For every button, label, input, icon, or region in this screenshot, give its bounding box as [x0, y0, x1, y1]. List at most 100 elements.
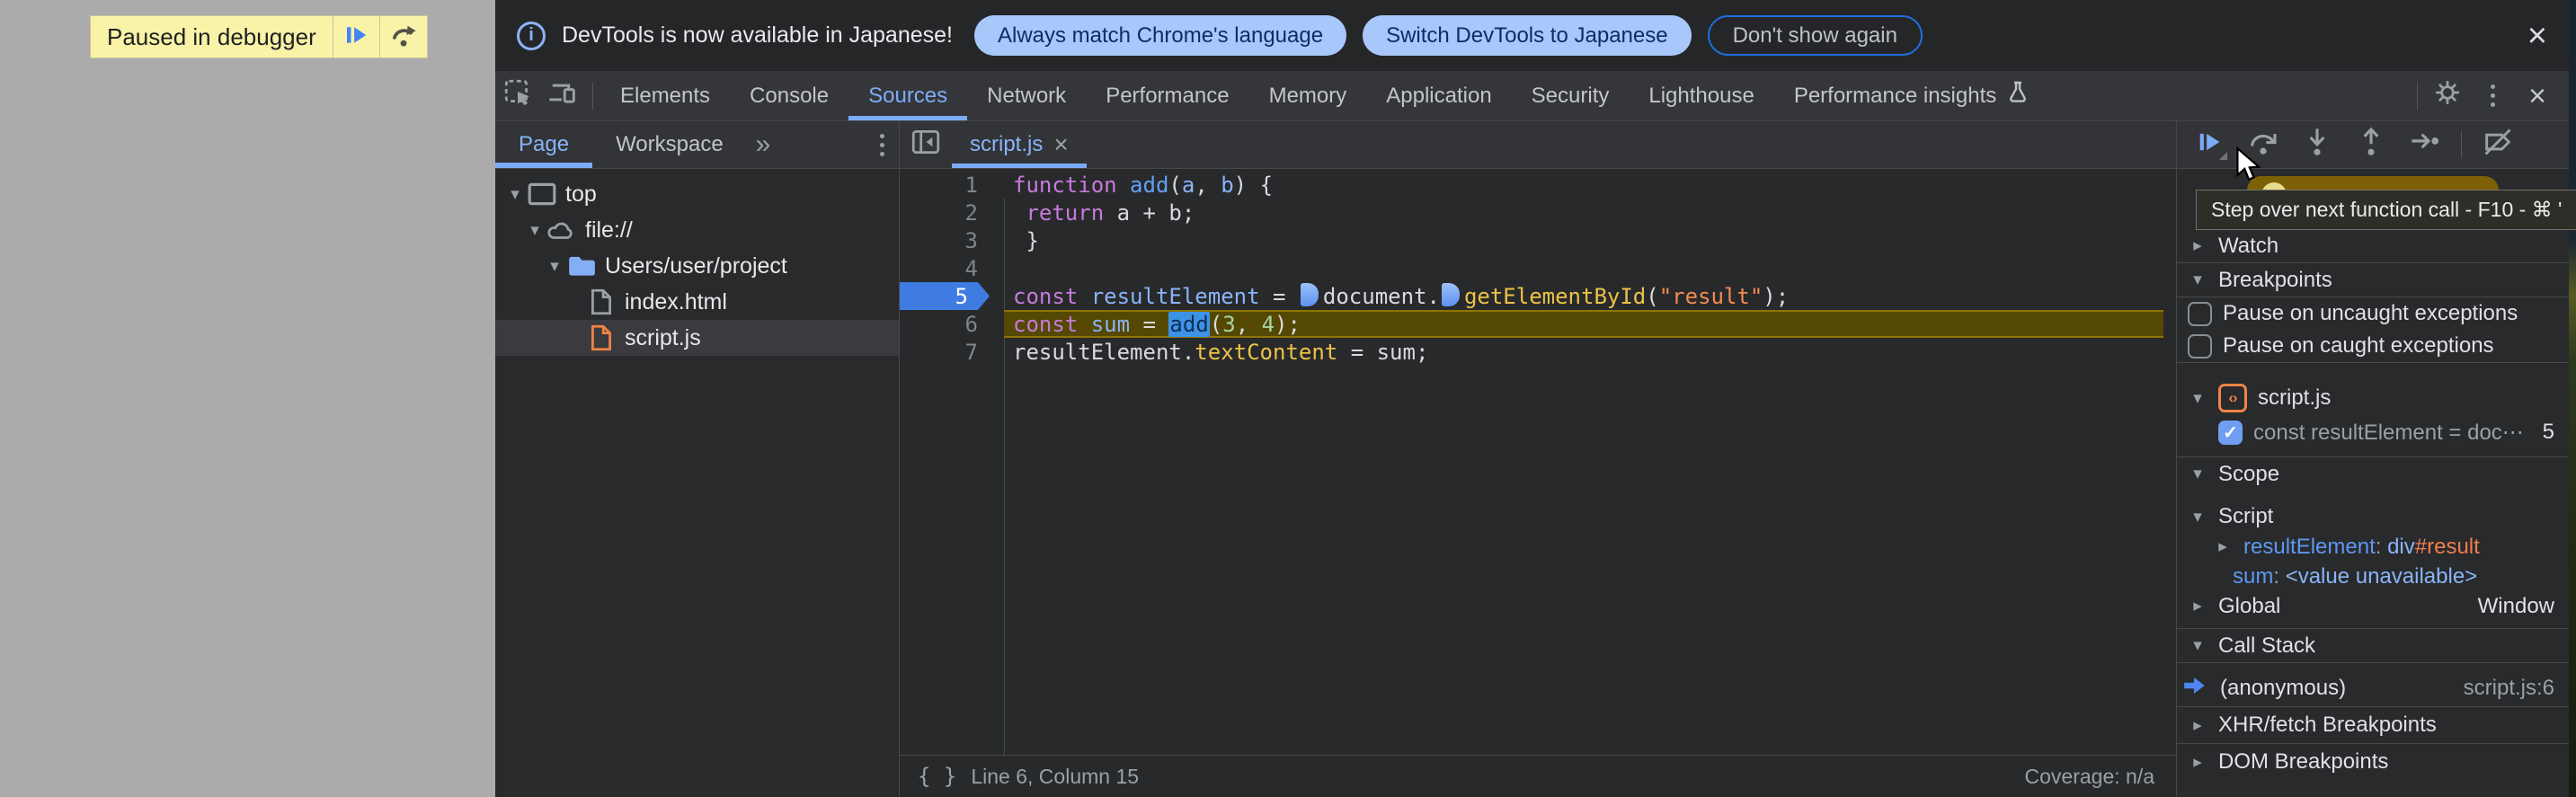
pause-uncaught-row[interactable]: Pause on uncaught exceptions: [2177, 297, 2569, 330]
expand-down-icon[interactable]: ▾: [2188, 388, 2207, 409]
tab-performance-insights[interactable]: Performance insights: [1774, 71, 2050, 120]
code-area[interactable]: 1 function add(a, b) {2 return a + b; 3 } 4…: [900, 169, 2176, 755]
scope-var-resultelement[interactable]: ▸ resultElement: div#result: [2177, 532, 2569, 562]
dont-show-again-button[interactable]: Don't show again: [1707, 15, 1923, 56]
tab-console[interactable]: Console: [730, 71, 848, 120]
callstack-frame-row[interactable]: (anonymous) script.js:6: [2177, 670, 2569, 706]
breakpoint-entry[interactable]: ✓ const resultElement = doc⋯ 5: [2177, 415, 2569, 449]
tree-item-top[interactable]: ▾ top: [495, 176, 899, 212]
infobar-close-icon[interactable]: ×: [2520, 19, 2554, 53]
code-text: resultElement. textContent = sum;: [1013, 339, 1429, 365]
var-separator: :: [2273, 563, 2286, 589]
var-value-id: #result: [2414, 534, 2480, 559]
pause-caught-checkbox[interactable]: [2188, 333, 2212, 359]
breakpoint-checkbox[interactable]: ✓: [2218, 420, 2243, 445]
watch-section-header[interactable]: ▸ Watch: [2177, 229, 2569, 262]
resume-script-button[interactable]: [2184, 124, 2234, 165]
tree-item-label: Users/user/project: [605, 252, 787, 279]
dom-breakpoints-label: DOM Breakpoints: [2218, 749, 2389, 774]
tab-sources[interactable]: Sources: [848, 71, 967, 120]
inline-breakpoint-marker[interactable]: [1441, 282, 1460, 306]
expand-down-icon[interactable]: ▾: [2188, 635, 2207, 656]
line-number[interactable]: 5: [900, 282, 990, 310]
expand-right-icon[interactable]: ▸: [2188, 752, 2207, 773]
callstack-section-header[interactable]: ▾ Call Stack: [2177, 629, 2569, 662]
inspect-element-button[interactable]: [495, 71, 540, 120]
toggle-device-toolbar-button[interactable]: [540, 71, 585, 120]
line-number[interactable]: 6: [900, 310, 990, 338]
expand-down-icon[interactable]: ▾: [2188, 507, 2207, 527]
tab-application[interactable]: Application: [1366, 71, 1511, 120]
info-icon: i: [517, 21, 546, 50]
breakpoints-section-header[interactable]: ▾ Breakpoints: [2177, 263, 2569, 297]
tab-network[interactable]: Network: [967, 71, 1086, 120]
tree-item-folder[interactable]: ▾ Users/user/project: [495, 248, 899, 284]
scope-section-header[interactable]: ▾ Scope: [2177, 457, 2569, 491]
close-devtools-button[interactable]: ×: [2515, 71, 2560, 120]
tab-memory[interactable]: Memory: [1249, 71, 1367, 120]
tree-item-index-html[interactable]: index.html: [495, 284, 899, 320]
tree-item-script-js[interactable]: script.js: [495, 320, 899, 356]
step-into-button[interactable]: [2292, 124, 2342, 165]
pause-caught-row[interactable]: Pause on caught exceptions: [2177, 330, 2569, 362]
file-js-icon: [585, 323, 617, 352]
expand-right-icon[interactable]: ▸: [2213, 536, 2233, 557]
tree-item-file-scheme[interactable]: ▾ file://: [495, 212, 899, 248]
line-number[interactable]: 7: [900, 338, 990, 366]
resume-script-badge-button[interactable]: [333, 16, 380, 58]
switch-devtools-japanese-button[interactable]: Switch DevTools to Japanese: [1363, 15, 1692, 56]
var-value-tag: div: [2387, 534, 2415, 559]
toggle-navigator-button[interactable]: [900, 121, 952, 168]
close-tab-icon[interactable]: ×: [1053, 132, 1068, 157]
more-tabs-icon[interactable]: »: [747, 129, 780, 160]
inline-breakpoint-marker[interactable]: [1300, 282, 1319, 306]
line-number[interactable]: 1: [900, 171, 990, 199]
navigator-menu-icon[interactable]: [880, 133, 884, 156]
pause-uncaught-checkbox[interactable]: [2188, 301, 2212, 326]
step-over-badge-button[interactable]: [379, 16, 427, 58]
expander-icon[interactable]: ▾: [504, 184, 526, 205]
pretty-print-button[interactable]: { }: [918, 764, 956, 789]
breakpoint-file-group[interactable]: ▾ ‹› script.js: [2177, 381, 2569, 415]
expand-right-icon[interactable]: ▸: [2188, 715, 2207, 736]
step-over-icon: [389, 21, 418, 54]
tree-item-label: top: [565, 181, 597, 207]
tab-lighthouse[interactable]: Lighthouse: [1629, 71, 1773, 120]
scope-script-group[interactable]: ▾ Script: [2177, 501, 2569, 532]
section-divider: [2177, 662, 2569, 663]
expand-down-icon[interactable]: ▾: [2188, 270, 2207, 290]
section-divider: [2177, 362, 2569, 363]
match-chrome-language-button[interactable]: Always match Chrome's language: [973, 15, 1347, 56]
callstack-label: Call Stack: [2218, 633, 2316, 658]
deactivate-breakpoints-button[interactable]: [2473, 124, 2523, 165]
tab-page[interactable]: Page: [495, 121, 592, 168]
code-text: const resultElement = document. getElemen…: [1013, 282, 1790, 309]
line-number[interactable]: 2: [900, 199, 990, 226]
editor-tab-script-js[interactable]: script.js ×: [952, 121, 1087, 168]
scope-var-sum[interactable]: sum: <value unavailable>: [2177, 562, 2569, 591]
tab-performance[interactable]: Performance: [1086, 71, 1248, 120]
line-number[interactable]: 4: [900, 254, 990, 282]
tab-elements[interactable]: Elements: [600, 71, 730, 120]
toolbar-divider: [592, 82, 593, 110]
expand-right-icon[interactable]: ▸: [2188, 235, 2207, 256]
step-out-button[interactable]: [2346, 124, 2396, 165]
line-number[interactable]: 3: [900, 226, 990, 254]
settings-button[interactable]: [2425, 71, 2470, 120]
expander-icon[interactable]: ▾: [544, 256, 565, 277]
paused-label: Paused in debugger: [91, 16, 333, 58]
expand-right-icon[interactable]: ▸: [2188, 596, 2207, 616]
xhr-breakpoints-header[interactable]: ▸ XHR/fetch Breakpoints: [2177, 707, 2569, 743]
tab-workspace[interactable]: Workspace: [592, 121, 747, 168]
more-options-button[interactable]: [2470, 71, 2515, 120]
expander-icon[interactable]: ▾: [524, 220, 546, 241]
dom-breakpoints-header[interactable]: ▸ DOM Breakpoints: [2177, 744, 2569, 780]
scope-global-group[interactable]: ▸ Global Window: [2177, 591, 2569, 621]
step-button[interactable]: [2400, 124, 2450, 165]
tab-security[interactable]: Security: [1512, 71, 1630, 120]
editor-tabbar: script.js ×: [900, 121, 2176, 169]
expand-down-icon[interactable]: ▾: [2188, 464, 2207, 484]
file-icon: [585, 288, 617, 316]
callstack-frame-location: script.js:6: [2463, 676, 2554, 700]
step-icon: [2409, 126, 2441, 164]
